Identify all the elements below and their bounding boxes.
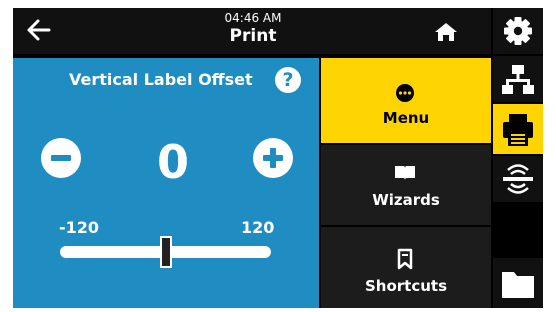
wizards-tile-label: Wizards bbox=[372, 191, 440, 209]
rfid-icon bbox=[503, 164, 533, 194]
menu-tile-wizards[interactable]: Wizards bbox=[321, 145, 491, 225]
back-button[interactable] bbox=[19, 13, 57, 47]
network-icon bbox=[502, 65, 534, 94]
page-title: Print bbox=[229, 26, 277, 46]
offset-value: 0 bbox=[156, 135, 189, 189]
right-rail bbox=[493, 8, 543, 308]
vertical-offset-panel: Vertical Label Offset ? 0 -120 120 bbox=[13, 58, 319, 308]
shortcuts-tile-label: Shortcuts bbox=[364, 277, 448, 295]
rail-network[interactable] bbox=[493, 56, 543, 102]
panel-title: Vertical Label Offset bbox=[69, 70, 253, 89]
menu-tile-shortcuts[interactable]: Shortcuts bbox=[321, 227, 491, 308]
dots-menu-icon bbox=[396, 84, 414, 102]
home-button[interactable] bbox=[429, 16, 463, 46]
minus-icon bbox=[51, 155, 71, 161]
folder-icon bbox=[502, 272, 534, 298]
slider-min-label: -120 bbox=[59, 218, 100, 237]
increment-button[interactable] bbox=[253, 138, 293, 178]
bookmark-icon bbox=[397, 248, 413, 270]
header-bar: 04:46 AM Print bbox=[13, 8, 491, 54]
clock: 04:46 AM bbox=[224, 11, 282, 25]
decrement-button[interactable] bbox=[41, 138, 81, 178]
rail-files[interactable] bbox=[493, 258, 543, 308]
rail-settings[interactable] bbox=[493, 8, 543, 54]
arrow-left-icon bbox=[27, 19, 51, 41]
printer-icon bbox=[503, 114, 533, 146]
menu-tile-menu[interactable]: Menu bbox=[321, 58, 491, 143]
plus-icon-vertical bbox=[270, 148, 276, 168]
menu-tile-label: Menu bbox=[382, 109, 430, 127]
printer-screen: 04:46 AM Print Vertical Label Offset ? 0… bbox=[13, 8, 543, 308]
header-title-block: 04:46 AM Print bbox=[163, 11, 343, 47]
home-icon bbox=[435, 23, 457, 41]
slider-max-label: 120 bbox=[241, 218, 275, 237]
slider-thumb[interactable] bbox=[159, 236, 172, 268]
book-icon bbox=[395, 166, 415, 180]
main-menu: Menu Wizards Shortcuts bbox=[321, 58, 491, 308]
rail-rfid[interactable] bbox=[493, 156, 543, 202]
help-button[interactable]: ? bbox=[275, 67, 301, 93]
gear-icon bbox=[504, 17, 532, 45]
rail-print[interactable] bbox=[493, 104, 543, 154]
